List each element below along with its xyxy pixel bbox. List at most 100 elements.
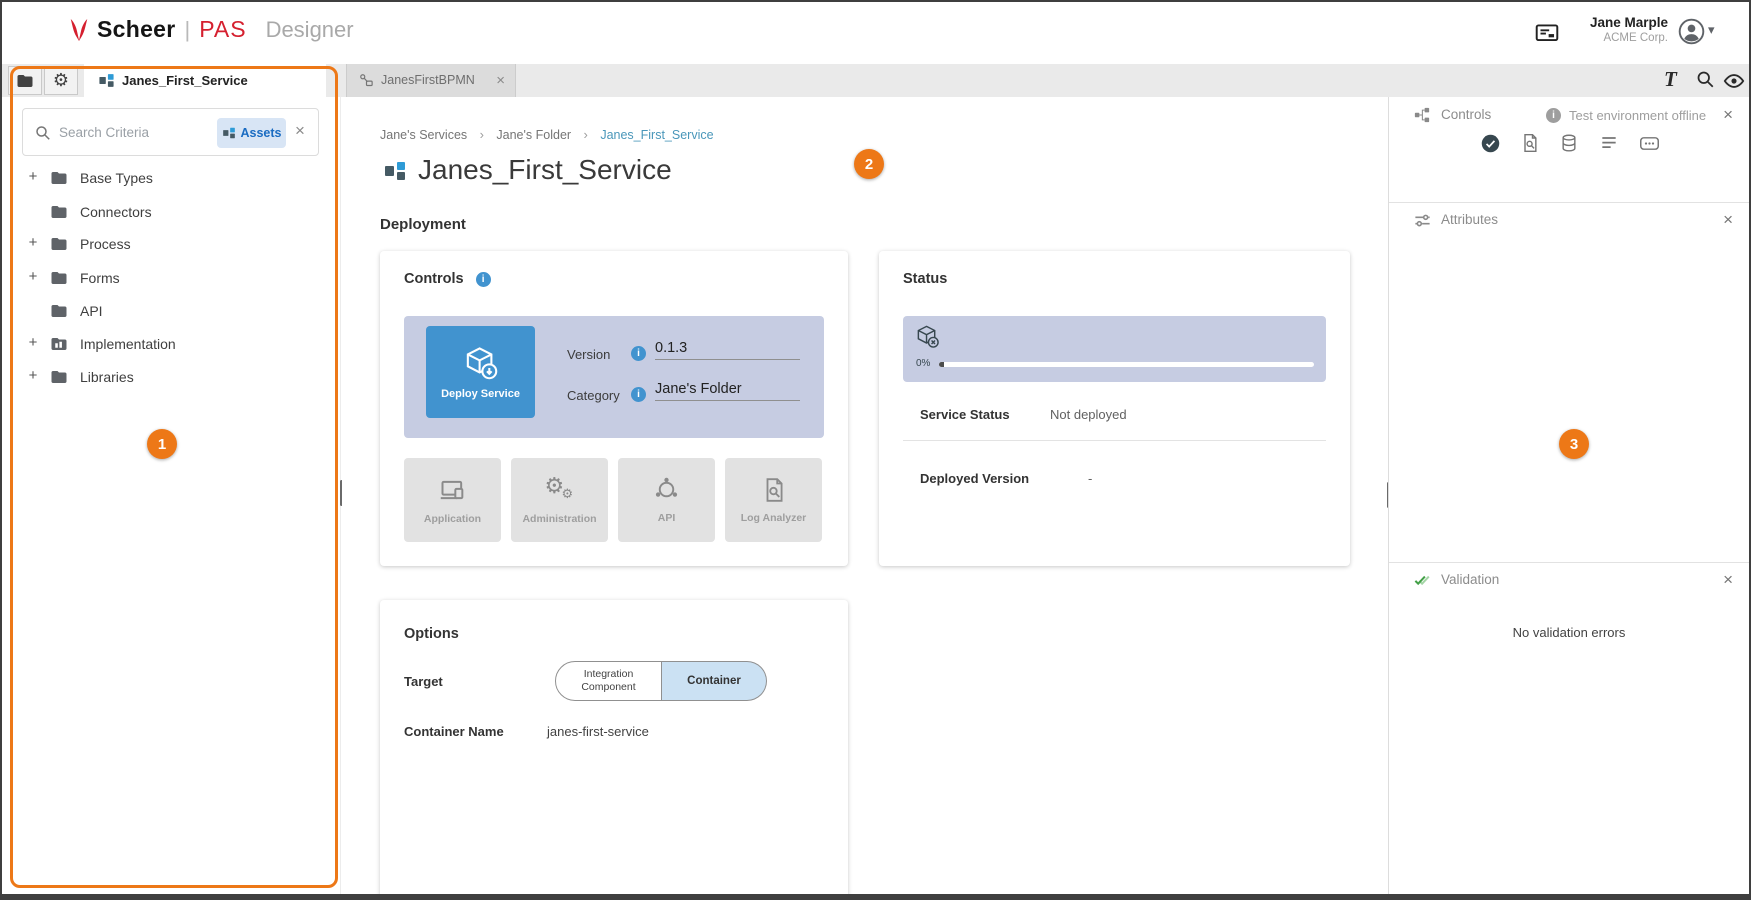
- brand-separator: |: [185, 17, 191, 43]
- clear-search-icon[interactable]: ×: [290, 121, 310, 145]
- application-button[interactable]: Application: [404, 458, 501, 542]
- run-check-icon[interactable]: [1480, 133, 1501, 154]
- action-button-label: Log Analyzer: [741, 512, 807, 524]
- controls-card-title: Controls i: [404, 271, 491, 287]
- asset-search-box: Assets ×: [22, 108, 319, 156]
- breadcrumb-item[interactable]: Jane's Folder: [496, 128, 571, 142]
- category-label: Category: [567, 388, 620, 403]
- service-icon: [98, 72, 115, 89]
- deploy-package-icon: [463, 345, 499, 381]
- switch-console-icon[interactable]: [1534, 20, 1560, 46]
- folder-icon: [50, 269, 68, 287]
- search-input[interactable]: [59, 110, 209, 154]
- tree-item-libraries[interactable]: + Libraries: [2, 362, 340, 392]
- assets-icon: [222, 126, 236, 140]
- search-tool-icon[interactable]: [1695, 69, 1716, 90]
- validation-panel: Validation × No validation errors: [1389, 563, 1749, 894]
- options-card-title: Options: [404, 626, 459, 642]
- implementation-folder-icon: [50, 335, 68, 353]
- service-status-value: Not deployed: [1050, 407, 1127, 422]
- category-input[interactable]: Jane's Folder: [655, 381, 800, 401]
- tab-janes-first-service[interactable]: Janes_First_Service: [84, 64, 326, 97]
- tab-janes-first-bpmn[interactable]: JanesFirstBPMN ×: [346, 64, 516, 97]
- container-name-value: janes-first-service: [547, 724, 649, 739]
- folder-icon: [50, 235, 68, 253]
- status-card-title: Status: [903, 271, 947, 287]
- administration-icon: ⚙ ⚙: [545, 476, 575, 504]
- folder-icon: [50, 368, 68, 386]
- database-icon[interactable]: [1559, 133, 1579, 153]
- info-icon[interactable]: i: [476, 272, 491, 287]
- status-progress-panel: 0%: [903, 316, 1326, 382]
- controls-card: Controls i Deploy Service Version i 0.1.…: [380, 251, 848, 566]
- version-input[interactable]: 0.1.3: [655, 340, 800, 360]
- log-analyzer-button[interactable]: Log Analyzer: [725, 458, 822, 542]
- close-panel-icon[interactable]: ×: [1723, 570, 1733, 590]
- tree-item-implementation[interactable]: + Implementation: [2, 329, 340, 359]
- list-icon[interactable]: [1599, 133, 1619, 153]
- brand-scheer: Scheer: [97, 16, 176, 43]
- search-icon: [34, 124, 52, 142]
- expand-icon[interactable]: +: [26, 334, 40, 351]
- open-folder-button[interactable]: [8, 66, 42, 95]
- user-avatar-icon[interactable]: [1678, 18, 1705, 45]
- target-label: Target: [404, 674, 443, 689]
- deploy-panel: Deploy Service Version i 0.1.3 Category …: [404, 316, 824, 438]
- breadcrumb-item[interactable]: Jane's Services: [380, 128, 467, 142]
- api-icon: [653, 476, 680, 503]
- settings-button[interactable]: ⚙: [44, 66, 78, 95]
- deploy-button-label: Deploy Service: [441, 388, 520, 400]
- administration-button[interactable]: ⚙ ⚙ Administration: [511, 458, 608, 542]
- validation-panel-title: Validation: [1441, 572, 1499, 587]
- validation-message: No validation errors: [1389, 625, 1749, 640]
- controls-panel-title: Controls: [1441, 107, 1491, 122]
- info-icon[interactable]: i: [631, 387, 646, 402]
- tab-close-icon[interactable]: ×: [496, 64, 505, 97]
- main-content: Jane's Services › Jane's Folder › Janes_…: [342, 97, 1387, 894]
- target-option-container[interactable]: Container: [662, 661, 767, 701]
- expand-icon[interactable]: +: [26, 168, 40, 185]
- attributes-panel-title: Attributes: [1441, 212, 1498, 227]
- user-menu-caret-icon[interactable]: ▾: [1708, 23, 1715, 38]
- tree-item-label: Base Types: [80, 170, 153, 186]
- target-option-integration-component[interactable]: Integration Component: [555, 661, 662, 701]
- api-button[interactable]: API: [618, 458, 715, 542]
- breadcrumb: Jane's Services › Jane's Folder › Janes_…: [380, 126, 714, 144]
- environment-status-note: Test environment offline: [1569, 108, 1706, 123]
- expand-icon[interactable]: +: [26, 234, 40, 251]
- user-name: Jane Marple: [1570, 15, 1668, 30]
- tree-item-forms[interactable]: + Forms: [2, 263, 340, 293]
- eye-tool-icon[interactable]: [1723, 70, 1745, 92]
- log-file-icon[interactable]: [1520, 133, 1540, 153]
- tree-item-label: Forms: [80, 270, 120, 286]
- assets-filter-chip[interactable]: Assets: [217, 118, 286, 148]
- brand-pas: PAS: [199, 16, 246, 43]
- breadcrumb-separator: ›: [480, 127, 484, 142]
- console-icon[interactable]: [1639, 133, 1660, 154]
- scheer-pas-logo: Scheer | PAS Designer: [68, 16, 354, 43]
- close-panel-icon[interactable]: ×: [1723, 105, 1733, 125]
- tree-item-api[interactable]: API: [2, 296, 340, 326]
- tree-item-process[interactable]: + Process: [2, 229, 340, 259]
- designer-window: Scheer | PAS Designer Jane Marple ACME C…: [0, 0, 1751, 900]
- expand-icon[interactable]: +: [26, 268, 40, 285]
- deployed-version-label: Deployed Version: [920, 471, 1029, 486]
- tree-item-connectors[interactable]: Connectors: [2, 197, 340, 227]
- target-toggle: Integration Component Container: [555, 661, 767, 701]
- close-panel-icon[interactable]: ×: [1723, 210, 1733, 230]
- action-button-label: Application: [424, 513, 481, 525]
- service-status-label: Service Status: [920, 407, 1010, 422]
- folder-icon: [50, 302, 68, 320]
- text-tool-icon[interactable]: T: [1664, 67, 1677, 92]
- brand-product: Designer: [266, 17, 354, 43]
- package-undeployed-icon: [915, 324, 940, 349]
- folder-icon: [50, 203, 68, 221]
- attributes-panel: Attributes ×: [1389, 203, 1749, 563]
- expand-icon[interactable]: +: [26, 367, 40, 384]
- info-icon[interactable]: i: [631, 346, 646, 361]
- deploy-service-button[interactable]: Deploy Service: [426, 326, 535, 418]
- tree-item-base-types[interactable]: + Base Types: [2, 163, 340, 193]
- container-name-label: Container Name: [404, 724, 504, 739]
- breadcrumb-item-current[interactable]: Janes_First_Service: [600, 128, 713, 142]
- right-dock: Controls i Test environment offline ×: [1388, 97, 1749, 894]
